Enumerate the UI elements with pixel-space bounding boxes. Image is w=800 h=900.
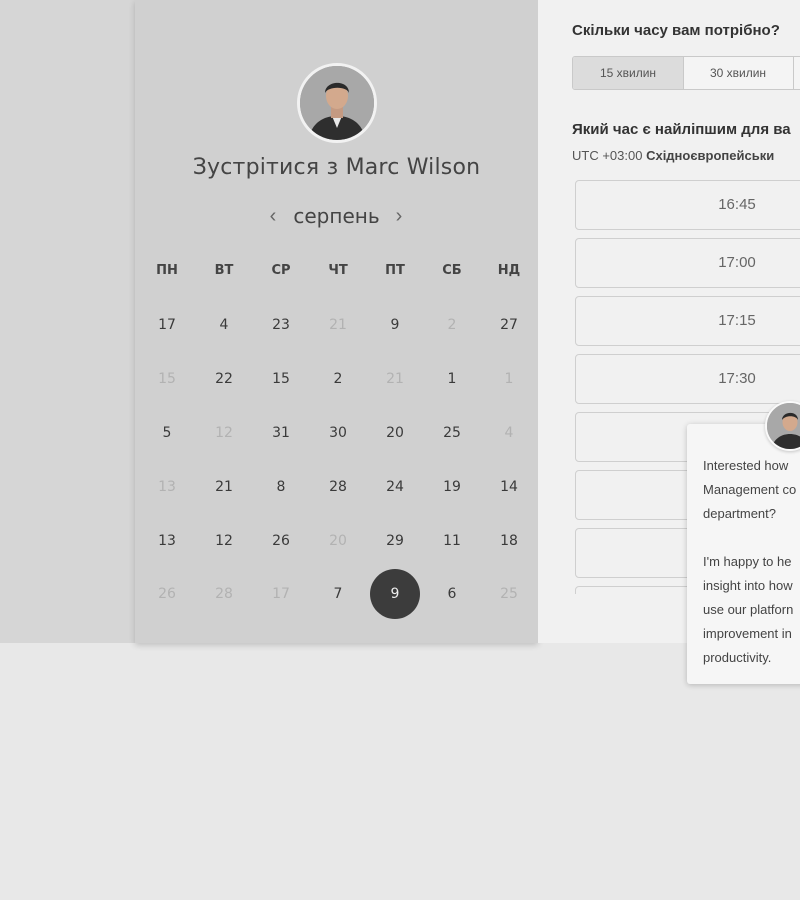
day-cell: 15: [158, 371, 176, 387]
day-cell[interactable]: 27: [484, 300, 534, 350]
time-slot-label: 17:15: [718, 312, 756, 329]
timezone-offset: UTC +03:00: [572, 148, 647, 163]
time-slot-label: 16:45: [718, 196, 756, 213]
day-cell[interactable]: 8: [256, 462, 306, 512]
day-cell: 17: [272, 586, 290, 602]
day-cell: 21: [386, 371, 404, 387]
chevron-right-icon[interactable]: ›: [389, 204, 409, 228]
weekday-label: ПН: [156, 263, 178, 278]
day-cell[interactable]: 13: [142, 516, 192, 566]
chat-message: Interested how Management co department?…: [703, 458, 797, 665]
day-cell[interactable]: 31: [256, 408, 306, 458]
day-cell[interactable]: 12: [199, 516, 249, 566]
day-cell[interactable]: 4: [199, 300, 249, 350]
day-cell[interactable]: 30: [313, 408, 363, 458]
chat-avatar-image: [767, 403, 800, 449]
day-cell[interactable]: 29: [370, 516, 420, 566]
day-cell[interactable]: 1: [427, 354, 477, 404]
day-cell: 28: [215, 586, 233, 602]
day-cell[interactable]: 18: [484, 516, 534, 566]
day-cell-selected[interactable]: 9: [370, 569, 420, 619]
day-cell[interactable]: 24: [370, 462, 420, 512]
day-cell[interactable]: 19: [427, 462, 477, 512]
meet-title: Зустрітися з Marc Wilson: [192, 155, 481, 180]
weekday-label: ЧТ: [328, 263, 348, 278]
day-cell[interactable]: 22: [199, 354, 249, 404]
day-cell[interactable]: 17: [142, 300, 192, 350]
day-cell: 12: [215, 425, 233, 441]
duration-question: Скільки часу вам потрібно?: [572, 22, 780, 39]
day-cell[interactable]: 23: [256, 300, 306, 350]
weekday-label: СБ: [442, 263, 462, 278]
day-cell[interactable]: 25: [427, 408, 477, 458]
duration-option[interactable]: 30 хвилин: [683, 57, 794, 89]
weekday-label: ПТ: [385, 263, 405, 278]
day-cell[interactable]: 15: [256, 354, 306, 404]
day-cell[interactable]: 21: [199, 462, 249, 512]
day-cell[interactable]: 28: [313, 462, 363, 512]
timezone-label[interactable]: UTC +03:00 Східноєвропейськи: [572, 148, 774, 163]
host-avatar: [297, 63, 377, 143]
time-slot-label: 17:00: [718, 254, 756, 271]
month-label: серпень: [293, 204, 380, 228]
calendar-panel: Зустрітися з Marc Wilson ‹ серпень › ПН В…: [135, 0, 538, 643]
weekday-label: ВТ: [214, 263, 234, 278]
day-cell[interactable]: 9: [370, 300, 420, 350]
day-cell: 2: [447, 317, 457, 333]
time-slot-button[interactable]: 17:00: [575, 238, 800, 288]
day-cell: 20: [329, 533, 347, 549]
month-navigation: ‹ серпень ›: [135, 204, 538, 230]
weekday-label: НД: [497, 263, 521, 278]
day-cell: 21: [329, 317, 347, 333]
duration-option[interactable]: [793, 57, 800, 89]
day-cell[interactable]: 5: [142, 408, 192, 458]
day-cell[interactable]: 6: [427, 569, 477, 619]
day-cell[interactable]: 7: [313, 569, 363, 619]
avatar-image: [300, 66, 374, 140]
time-slot-button[interactable]: 16:45: [575, 180, 800, 230]
time-slot-button[interactable]: 17:15: [575, 296, 800, 346]
time-slot-label: 17:30: [718, 370, 756, 387]
day-cell: 25: [500, 586, 518, 602]
day-cell: 4: [504, 425, 514, 441]
timezone-name: Східноєвропейськи: [646, 148, 775, 163]
time-slot-button[interactable]: 17:30: [575, 354, 800, 404]
day-cell: 26: [158, 586, 176, 602]
day-cell[interactable]: 14: [484, 462, 534, 512]
day-cell: 1: [504, 371, 514, 387]
duration-selector: 15 хвилин 30 хвилин: [572, 56, 800, 90]
time-question: Який час є найліпшим для ва: [572, 121, 791, 138]
day-cell[interactable]: 20: [370, 408, 420, 458]
day-cell[interactable]: 26: [256, 516, 306, 566]
chat-popover[interactable]: Interested how Management co department?…: [687, 424, 800, 684]
weekday-label: СР: [271, 263, 291, 278]
day-cell: 13: [158, 479, 176, 495]
chevron-left-icon[interactable]: ‹: [263, 204, 283, 228]
duration-option[interactable]: 15 хвилин: [573, 57, 684, 89]
day-cell[interactable]: 2: [313, 354, 363, 404]
day-cell[interactable]: 11: [427, 516, 477, 566]
